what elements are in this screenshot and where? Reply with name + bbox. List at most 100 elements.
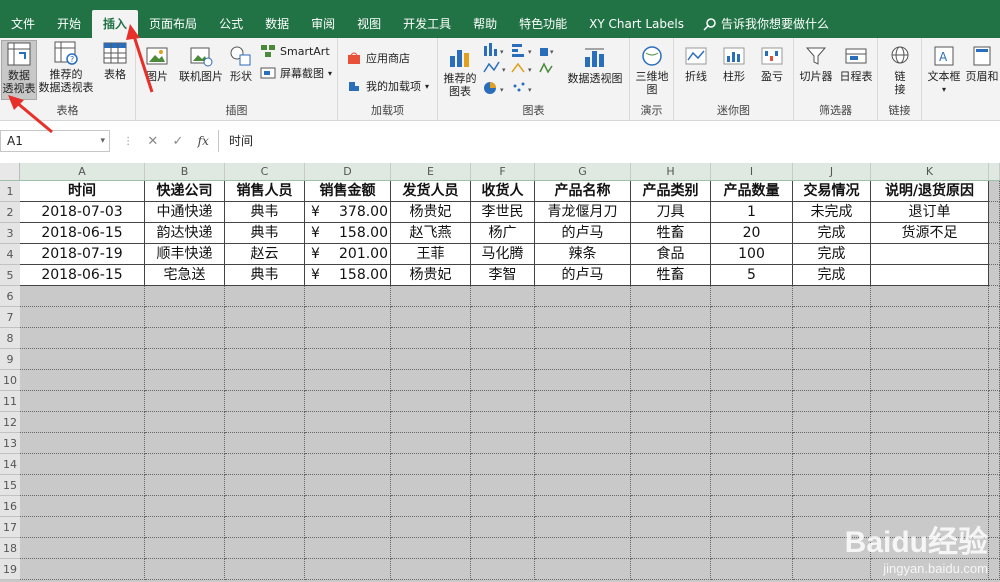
cell-K8[interactable] — [871, 328, 989, 349]
row-header-11[interactable]: 11 — [0, 391, 20, 412]
cell-J1[interactable]: 交易情况 — [793, 181, 871, 202]
cell-E11[interactable] — [391, 391, 471, 412]
cell-C6[interactable] — [225, 286, 305, 307]
cell-G1[interactable]: 产品名称 — [535, 181, 631, 202]
cell-K3[interactable]: 货源不足 — [871, 223, 989, 244]
cell-H13[interactable] — [631, 433, 711, 454]
cell-J16[interactable] — [793, 496, 871, 517]
cell-K13[interactable] — [871, 433, 989, 454]
cell-B12[interactable] — [145, 412, 225, 433]
header-footer-button[interactable]: 页眉和 — [964, 44, 1000, 83]
cell-G17[interactable] — [535, 517, 631, 538]
cell-G10[interactable] — [535, 370, 631, 391]
cell-F6[interactable] — [471, 286, 535, 307]
cell-C15[interactable] — [225, 475, 305, 496]
cell-C7[interactable] — [225, 307, 305, 328]
tab-7[interactable]: 视图 — [346, 10, 392, 38]
row-header-2[interactable]: 2 — [0, 202, 20, 223]
cell-J7[interactable] — [793, 307, 871, 328]
recommended-pivot-button[interactable]: ? 推荐的 数据透视表 — [36, 40, 96, 98]
cell-H18[interactable] — [631, 538, 711, 559]
cell-D18[interactable] — [305, 538, 391, 559]
sparkline-column-button[interactable]: 柱形 — [718, 44, 750, 83]
screenshot-button[interactable]: 屏幕截图 ▾ — [260, 65, 332, 81]
cell-I16[interactable] — [711, 496, 793, 517]
cell-K15[interactable] — [871, 475, 989, 496]
cell-J2[interactable]: 未完成 — [793, 202, 871, 223]
cell-G5[interactable]: 的卢马 — [535, 265, 631, 286]
cell-J6[interactable] — [793, 286, 871, 307]
cell-B7[interactable] — [145, 307, 225, 328]
cell-H5[interactable]: 牲畜 — [631, 265, 711, 286]
cell-F5[interactable]: 李智 — [471, 265, 535, 286]
tab-8[interactable]: 开发工具 — [392, 10, 462, 38]
cell-H3[interactable]: 牲畜 — [631, 223, 711, 244]
cell-I7[interactable] — [711, 307, 793, 328]
cell-A6[interactable] — [20, 286, 145, 307]
cell-K14[interactable] — [871, 454, 989, 475]
cell-E17[interactable] — [391, 517, 471, 538]
cell-E12[interactable] — [391, 412, 471, 433]
cell-E16[interactable] — [391, 496, 471, 517]
cell-G4[interactable]: 辣条 — [535, 244, 631, 265]
cell-H7[interactable] — [631, 307, 711, 328]
cell-H10[interactable] — [631, 370, 711, 391]
cell-F16[interactable] — [471, 496, 535, 517]
cell-H15[interactable] — [631, 475, 711, 496]
row-header-10[interactable]: 10 — [0, 370, 20, 391]
row-header-19[interactable]: 19 — [0, 559, 20, 580]
picture-button[interactable]: 图片 — [142, 44, 172, 83]
tab-2[interactable]: 插入 — [92, 10, 139, 38]
cell-F9[interactable] — [471, 349, 535, 370]
cell-B2[interactable]: 中通快递 — [145, 202, 225, 223]
cell-G7[interactable] — [535, 307, 631, 328]
cell-J9[interactable] — [793, 349, 871, 370]
cell-G6[interactable] — [535, 286, 631, 307]
cell-E3[interactable]: 赵飞燕 — [391, 223, 471, 244]
tab-1[interactable]: 开始 — [46, 10, 92, 38]
cell-H1[interactable]: 产品类别 — [631, 181, 711, 202]
enter-icon[interactable]: ✓ — [172, 134, 183, 149]
row-header-4[interactable]: 4 — [0, 244, 20, 265]
tab-3[interactable]: 页面布局 — [138, 10, 208, 38]
cell-C13[interactable] — [225, 433, 305, 454]
cell-J12[interactable] — [793, 412, 871, 433]
cell-J13[interactable] — [793, 433, 871, 454]
cell-K11[interactable] — [871, 391, 989, 412]
tab-5[interactable]: 数据 — [254, 10, 300, 38]
cell-E8[interactable] — [391, 328, 471, 349]
pivot-table-button[interactable]: 数据 透视表 — [1, 40, 37, 100]
cell-B17[interactable] — [145, 517, 225, 538]
cell-K6[interactable] — [871, 286, 989, 307]
cell-K7[interactable] — [871, 307, 989, 328]
cell-B9[interactable] — [145, 349, 225, 370]
cell-A18[interactable] — [20, 538, 145, 559]
tab-9[interactable]: 帮助 — [462, 10, 508, 38]
row-header-13[interactable]: 13 — [0, 433, 20, 454]
cell-A4[interactable]: 2018-07-19 — [20, 244, 145, 265]
cell-K2[interactable]: 退订单 — [871, 202, 989, 223]
cell-B1[interactable]: 快递公司 — [145, 181, 225, 202]
row-header-17[interactable]: 17 — [0, 517, 20, 538]
cell-J15[interactable] — [793, 475, 871, 496]
row-header-1[interactable]: 1 — [0, 181, 20, 202]
chart-types-icons[interactable]: ▾ ▾ ▾ ▾ ▾ ▾ ▾ — [482, 42, 560, 100]
row-header-16[interactable]: 16 — [0, 496, 20, 517]
cell-K10[interactable] — [871, 370, 989, 391]
cell-E5[interactable]: 杨贵妃 — [391, 265, 471, 286]
cell-G18[interactable] — [535, 538, 631, 559]
cell-B19[interactable] — [145, 559, 225, 580]
store-button[interactable]: 应用商店 — [346, 50, 410, 66]
cell-I1[interactable]: 产品数量 — [711, 181, 793, 202]
cell-J3[interactable]: 完成 — [793, 223, 871, 244]
cell-G11[interactable] — [535, 391, 631, 412]
cell-F17[interactable] — [471, 517, 535, 538]
column-header-A[interactable]: A — [20, 163, 145, 180]
cell-I11[interactable] — [711, 391, 793, 412]
cell-I2[interactable]: 1 — [711, 202, 793, 223]
cell-J11[interactable] — [793, 391, 871, 412]
cell-I3[interactable]: 20 — [711, 223, 793, 244]
cell-A19[interactable] — [20, 559, 145, 580]
row-header-6[interactable]: 6 — [0, 286, 20, 307]
cell-F12[interactable] — [471, 412, 535, 433]
